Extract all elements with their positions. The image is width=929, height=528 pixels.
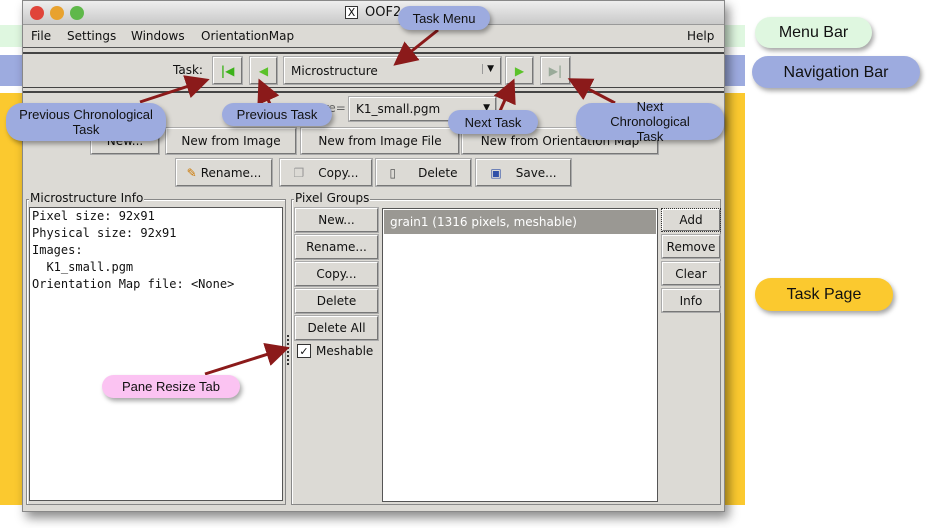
arrow-prev-chrono xyxy=(139,75,210,104)
prev-chrono-callout: Previous Chronological Task xyxy=(6,103,166,141)
arrow-task-menu xyxy=(393,28,439,66)
task-menu-callout: Task Menu xyxy=(398,6,490,30)
arrow-next-task xyxy=(493,78,516,112)
prev-task-callout: Previous Task xyxy=(222,103,332,126)
next-chrono-callout: Next Chronological Task xyxy=(576,99,724,144)
arrow-prev-task xyxy=(257,78,280,106)
menu-bar-callout: Menu Bar xyxy=(755,17,872,48)
pane-resize-callout: Pane Resize Tab xyxy=(102,375,240,398)
arrow-pane-resize xyxy=(204,342,290,376)
task-page-callout: Task Page xyxy=(755,278,893,311)
navigation-bar-callout: Navigation Bar xyxy=(752,56,920,88)
next-task-callout: Next Task xyxy=(448,110,538,134)
